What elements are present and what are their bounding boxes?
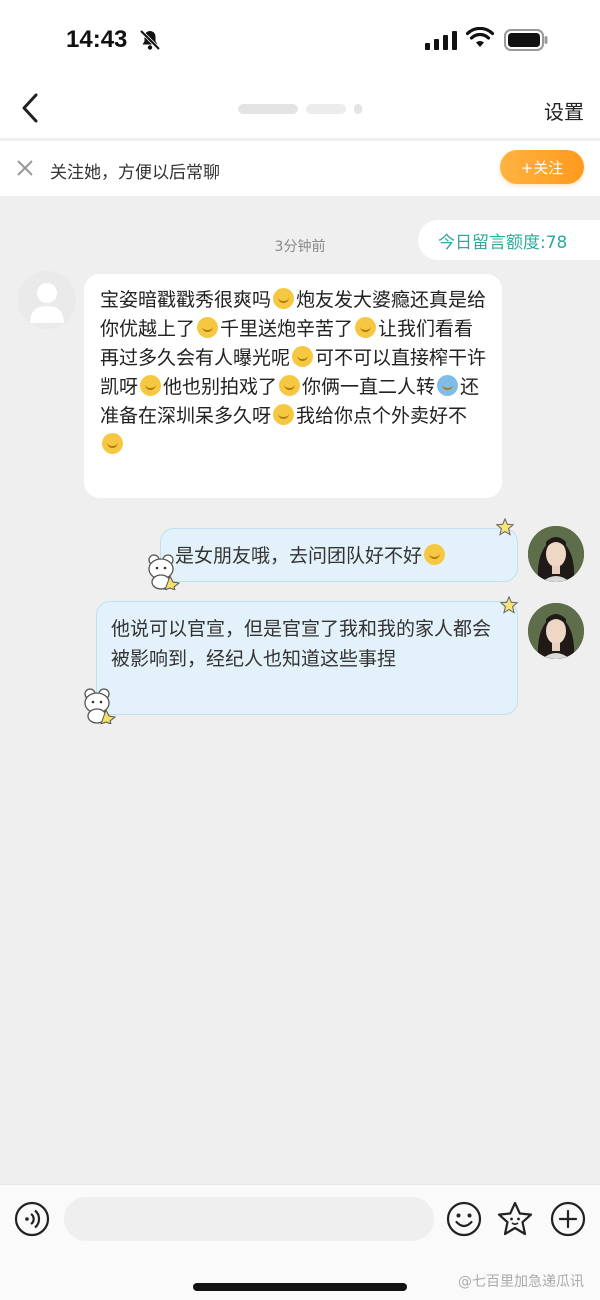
bear-sticker-icon xyxy=(148,554,181,590)
quota-text: 今日留言额度:78 xyxy=(438,232,568,253)
default-avatar-icon xyxy=(30,283,64,323)
follow-button[interactable]: +关注 xyxy=(500,150,584,184)
signal-icon xyxy=(425,31,457,50)
message-segment: 他也别拍戏了 xyxy=(163,376,278,398)
chat-area[interactable]: 3分钟前 今日留言额度:78 宝姿暗戳戳秀很爽吗 炮友发大婆瘾还真是给你优越上了千… xyxy=(0,196,600,1186)
plus-icon[interactable] xyxy=(550,1201,586,1237)
sent-message-text: 他说可以官宣，但是官宣了我和我的家人都会被影响到，经纪人也知道这些事捏 xyxy=(111,618,492,670)
sent-message-text: 是女朋友哦，去问团队好不好 xyxy=(175,545,423,567)
kiss-emoji-icon xyxy=(140,375,162,396)
follow-prompt-text: 关注她，方便以后常聊 xyxy=(50,163,220,183)
received-message-bubble[interactable]: 宝姿暗戳戳秀很爽吗 炮友发大婆瘾还真是给你优越上了 千里送炮辛苦了 让我们看看再过多久… xyxy=(84,274,502,498)
emoji-icon[interactable] xyxy=(446,1201,482,1237)
wifi-icon xyxy=(466,27,494,47)
message-timestamp: 3分钟前 xyxy=(274,239,326,255)
scream-emoji-icon xyxy=(279,375,301,396)
battery-icon xyxy=(504,29,548,51)
user-avatar[interactable] xyxy=(528,603,584,659)
user-avatar[interactable] xyxy=(528,526,584,582)
back-button[interactable] xyxy=(10,86,50,130)
sender-avatar[interactable] xyxy=(18,271,76,329)
bell-mute-icon xyxy=(139,29,161,51)
bear-sticker-icon xyxy=(84,688,117,724)
crying-emoji-icon xyxy=(292,346,314,367)
quota-badge: 今日留言额度:78 xyxy=(418,220,600,260)
message-segment: 我给你点个外卖好不 xyxy=(296,405,468,427)
user-avatar-image xyxy=(528,526,584,582)
voice-icon[interactable] xyxy=(14,1201,50,1237)
close-icon[interactable] xyxy=(14,157,36,179)
smile-emoji-icon xyxy=(424,544,446,565)
status-bar: 14:43 xyxy=(0,0,600,80)
crying-emoji-icon xyxy=(197,317,219,338)
message-segment: 宝姿暗戳戳秀很爽吗 xyxy=(100,289,272,311)
back-arrow-icon xyxy=(22,93,38,123)
watermark-text: @七百里加急递瓜讯 xyxy=(458,1274,584,1290)
crying-emoji-icon xyxy=(355,317,377,338)
message-input[interactable] xyxy=(64,1197,434,1241)
status-time: 14:43 xyxy=(66,26,128,53)
user-avatar-image xyxy=(528,603,584,659)
crying-emoji-icon xyxy=(273,288,295,309)
pleading-emoji-icon xyxy=(102,433,123,454)
settings-link[interactable]: 设置 xyxy=(544,96,584,125)
star-decoration-icon xyxy=(496,518,514,536)
home-indicator[interactable] xyxy=(193,1283,407,1291)
eye-roll-emoji-icon xyxy=(273,404,295,425)
sent-message-bubble[interactable]: 是女朋友哦，去问团队好不好 xyxy=(160,528,518,582)
sent-message-bubble[interactable]: 他说可以官宣，但是官宣了我和我的家人都会被影响到，经纪人也知道这些事捏 xyxy=(96,601,518,715)
sticker-icon[interactable] xyxy=(496,1201,534,1237)
input-bar: @七百里加急递瓜讯 xyxy=(0,1184,600,1300)
message-segment: 你俩一直二人转 xyxy=(302,376,436,398)
message-segment: 千里送炮辛苦了 xyxy=(220,318,354,340)
star-decoration-icon xyxy=(500,596,518,614)
nav-title-redacted xyxy=(200,100,400,118)
dancing-figure-emoji-icon xyxy=(437,375,459,396)
nav-bar: 设置 xyxy=(0,80,600,138)
